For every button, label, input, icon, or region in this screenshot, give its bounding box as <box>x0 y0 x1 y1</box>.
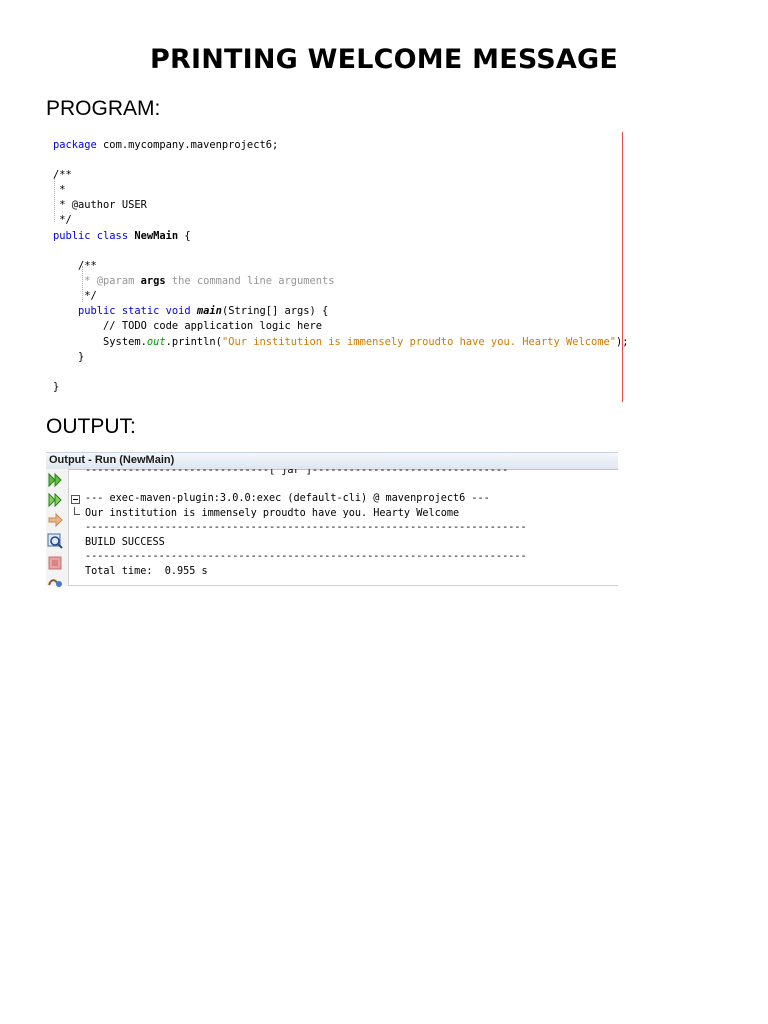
total-time-line: Total time: 0.955 s <box>85 566 208 577</box>
code-line: * @author USER <box>53 199 147 211</box>
rerun-with-options-icon[interactable] <box>47 492 63 508</box>
console-line: ------------------------------[ jar ]---… <box>85 469 509 476</box>
code-line: * @param args the command line arguments <box>53 275 335 287</box>
code-line: // TODO code application logic here <box>53 320 322 332</box>
code-line: package com.mycompany.mavenproject6; <box>53 139 279 151</box>
code-line: public static void main(String[] args) { <box>53 305 329 317</box>
stop-icon[interactable] <box>47 555 63 571</box>
output-panel-border <box>68 585 618 586</box>
program-heading: PROGRAM: <box>46 97 161 120</box>
build-success-line: BUILD SUCCESS <box>85 537 165 548</box>
fold-end-icon <box>74 507 80 515</box>
output-console[interactable]: ------------------------------[ jar ]---… <box>69 469 618 586</box>
code-line: } <box>53 381 60 393</box>
code-line: /** <box>53 169 72 181</box>
stop-arrow-icon[interactable] <box>47 512 63 528</box>
output-panel-header: Output - Run (NewMain) <box>46 452 618 470</box>
output-panel-title: Output - Run (NewMain) <box>49 454 175 466</box>
right-margin-line <box>622 132 623 402</box>
code-screenshot: package com.mycompany.mavenproject6; /**… <box>48 132 629 402</box>
code-line: } <box>53 351 85 363</box>
collapse-icon[interactable] <box>71 495 80 504</box>
code-line: /** <box>53 260 97 272</box>
console-line: ----------------------------------------… <box>85 551 527 562</box>
console-line: ----------------------------------------… <box>85 522 527 533</box>
output-toolbar <box>46 469 69 589</box>
code-line: */ <box>53 290 97 302</box>
console-line: Our institution is immensely proudto hav… <box>85 508 460 519</box>
console-line: --- exec-maven-plugin:3.0.0:exec (defaul… <box>85 493 490 504</box>
settings-search-icon[interactable] <box>47 533 63 549</box>
code-line: * <box>53 184 66 196</box>
code-line: */ <box>53 214 72 226</box>
page-title: PRINTING WELCOME MESSAGE <box>149 44 619 75</box>
output-heading: OUTPUT: <box>46 415 136 438</box>
code-line: System.out.println("Our institution is i… <box>53 336 629 348</box>
clear-icon[interactable] <box>47 573 63 589</box>
code-line: public class NewMain { <box>53 230 191 242</box>
rerun-icon[interactable] <box>47 472 63 488</box>
output-panel: Output - Run (NewMain) -----------------… <box>46 452 618 589</box>
